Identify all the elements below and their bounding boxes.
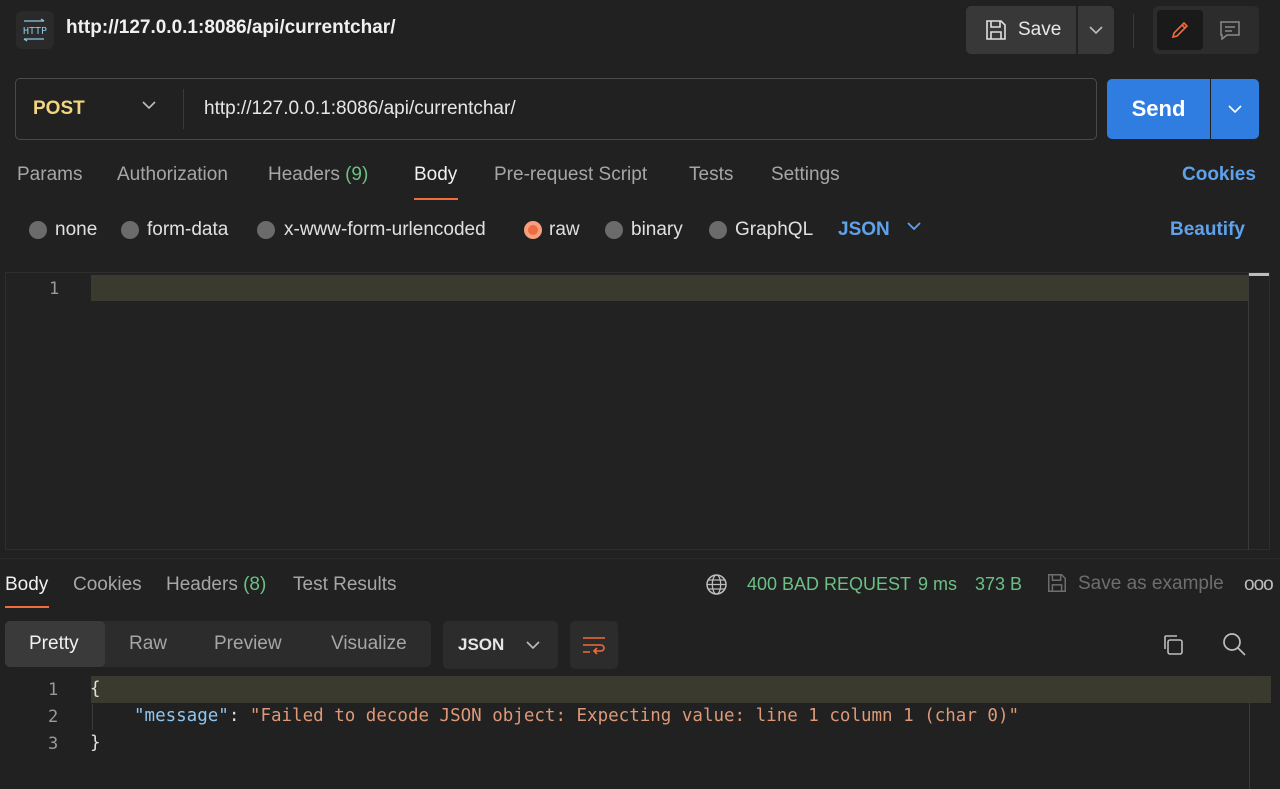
divider [183,89,184,129]
json-key: "message" [134,706,229,726]
radio-none-label[interactable]: none [55,219,97,241]
divider [1133,14,1134,48]
radio-urlencoded-label[interactable]: x-www-form-urlencoded [284,219,486,241]
line-number: 1 [48,680,59,700]
view-preview[interactable]: Preview [214,633,282,655]
scrollbar-thumb[interactable] [1249,273,1269,276]
send-options-chevron-icon[interactable] [1211,79,1259,139]
indent-guide [92,704,93,730]
json-line[interactable]: "message": "Failed to decode JSON object… [134,706,1019,726]
view-raw[interactable]: Raw [129,633,167,655]
line-number: 2 [48,707,59,727]
save-label: Save [1018,19,1062,40]
radio-raw-label[interactable]: raw [549,219,580,241]
save-icon [1046,572,1068,594]
headers-count: (9) [345,164,369,185]
tab-settings[interactable]: Settings [771,164,840,186]
beautify-button[interactable]: Beautify [1170,219,1245,241]
response-format-label: JSON [458,635,505,654]
tab-pre-request-script[interactable]: Pre-request Script [494,164,647,186]
tab-tests[interactable]: Tests [689,164,733,186]
scrollbar-track [1248,273,1249,550]
chevron-down-icon [526,641,540,649]
radio-urlencoded[interactable] [257,221,275,239]
radio-binary-label[interactable]: binary [631,219,683,241]
save-button[interactable]: Save [966,6,1076,54]
comment-icon[interactable] [1207,10,1253,50]
copy-icon[interactable] [1160,632,1186,658]
active-tab-indicator [414,198,458,200]
url-bar [15,78,1097,140]
pane-splitter[interactable] [0,558,1280,559]
response-format-select[interactable]: JSON [443,621,558,669]
response-headers-count: (8) [243,574,267,595]
chevron-down-icon[interactable] [907,222,921,230]
response-size[interactable]: 373 B [975,574,1022,595]
radio-raw[interactable] [524,221,542,239]
response-tab-headers-label: Headers [166,574,238,595]
radio-graphql[interactable] [709,221,727,239]
response-tab-cookies[interactable]: Cookies [73,574,142,596]
radio-binary[interactable] [605,221,623,239]
search-icon[interactable] [1221,631,1247,657]
tab-authorization[interactable]: Authorization [117,164,228,186]
svg-text:HTTP: HTTP [23,26,47,37]
tab-headers-label: Headers [268,164,340,185]
line-number: 3 [48,734,59,754]
status-code[interactable]: 400 BAD REQUEST [747,574,911,595]
pencil-icon[interactable] [1157,10,1203,50]
response-time[interactable]: 9 ms [918,574,957,595]
save-as-example-button[interactable]: Save as example [1078,573,1224,595]
tab-headers[interactable]: Headers (9) [268,164,368,186]
globe-icon[interactable] [705,573,728,596]
radio-form-data-label[interactable]: form-data [147,219,228,241]
json-close-brace: } [90,733,101,753]
cookies-link[interactable]: Cookies [1182,164,1256,186]
wrap-lines-icon[interactable] [570,621,618,669]
json-value: "Failed to decode JSON object: Expecting… [249,706,1020,726]
response-tab-test-results[interactable]: Test Results [293,574,396,596]
view-visualize[interactable]: Visualize [331,633,407,655]
active-line-highlight [91,676,1271,703]
json-colon: : [228,706,250,726]
http-request-icon: HTTP [16,11,54,49]
chevron-down-icon[interactable] [142,101,156,109]
request-body-editor[interactable] [5,272,1270,550]
radio-form-data[interactable] [121,221,139,239]
active-line-highlight [91,275,1248,301]
line-number: 1 [49,279,60,299]
view-pretty[interactable]: Pretty [29,633,79,655]
url-input[interactable]: http://127.0.0.1:8086/api/currentchar/ [204,98,516,120]
save-options-chevron-icon[interactable] [1078,6,1114,54]
more-options-icon[interactable]: ooo [1244,574,1274,596]
radio-none[interactable] [29,221,47,239]
tab-body[interactable]: Body [414,164,457,186]
scrollbar-track [1249,676,1250,789]
response-tab-body[interactable]: Body [5,574,48,596]
raw-format-select[interactable]: JSON [838,219,890,241]
method-select[interactable]: POST [33,98,85,120]
active-tab-indicator [5,606,49,608]
response-tab-headers[interactable]: Headers (8) [166,574,266,596]
radio-graphql-label[interactable]: GraphQL [735,219,813,241]
json-open-brace: { [90,679,101,699]
request-title[interactable]: http://127.0.0.1:8086/api/currentchar/ [66,17,395,39]
tab-params[interactable]: Params [17,164,82,186]
send-button[interactable]: Send [1107,79,1210,139]
save-icon [984,18,1008,42]
